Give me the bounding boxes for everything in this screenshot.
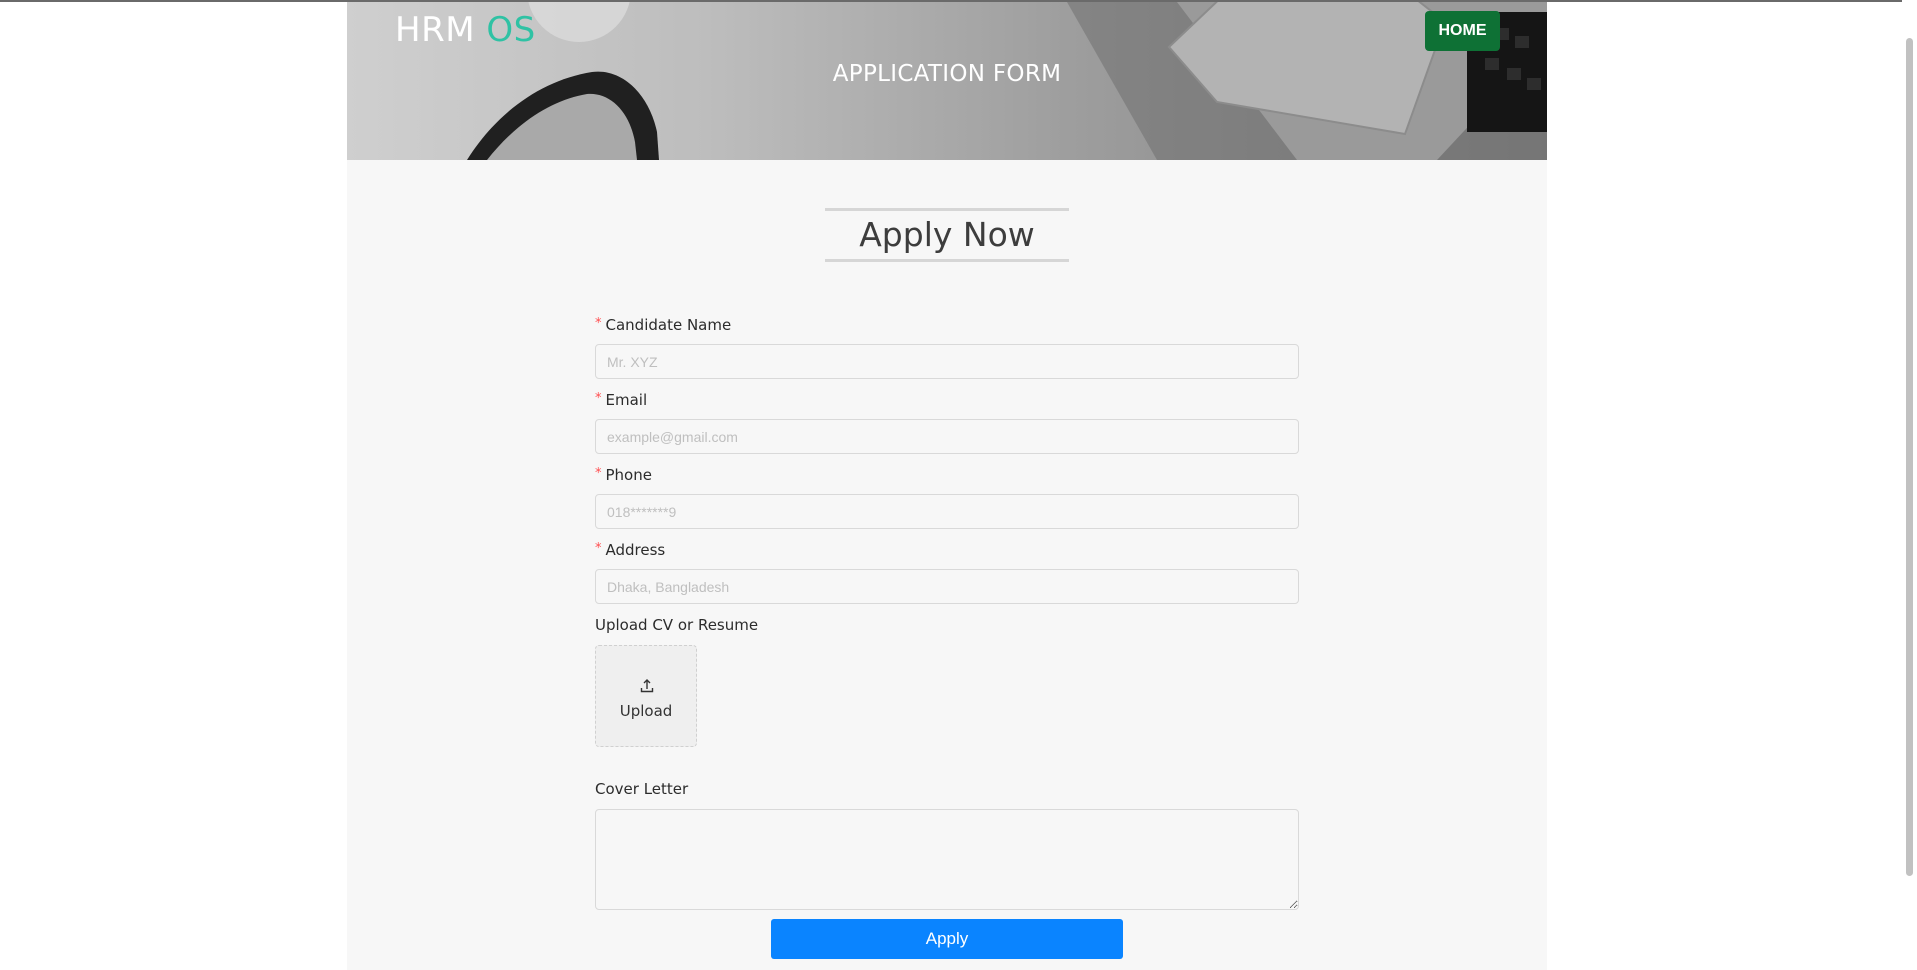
apply-submit-button[interactable]: Apply [771, 919, 1123, 959]
apply-now-heading: Apply Now [859, 215, 1035, 254]
email-label: * Email [595, 391, 647, 409]
upload-icon [640, 679, 654, 693]
header-banner: HRM OS APPLICATION FORM HOME [347, 2, 1547, 160]
cover-letter-textarea[interactable] [595, 809, 1299, 910]
candidate-name-input[interactable] [595, 344, 1299, 379]
upload-button-label: Upload [619, 702, 673, 720]
candidate-name-label: * Candidate Name [595, 316, 731, 334]
brand-name: HRM [395, 10, 487, 50]
scrollbar-thumb[interactable] [1906, 38, 1913, 876]
upload-button[interactable]: Upload [595, 645, 697, 747]
phone-input[interactable] [595, 494, 1299, 529]
page-title: APPLICATION FORM [832, 61, 1062, 87]
upload-cv-label: Upload CV or Resume [595, 616, 759, 634]
candidate-name-label-text: Candidate Name [605, 316, 732, 334]
page-container: HRM OS APPLICATION FORM HOME Apply Now *… [347, 2, 1547, 970]
phone-label-text: Phone [605, 466, 652, 484]
apply-heading-container: Apply Now [825, 208, 1069, 262]
address-label-text: Address [605, 541, 666, 559]
brand-accent: OS [486, 10, 536, 50]
cover-letter-label: Cover Letter [595, 780, 689, 798]
address-label: * Address [595, 541, 665, 559]
phone-label: * Phone [595, 466, 652, 484]
required-marker: * [595, 541, 602, 556]
brand-logo[interactable]: HRM OS [395, 10, 536, 50]
email-input[interactable] [595, 419, 1299, 454]
home-button[interactable]: HOME [1425, 11, 1500, 51]
address-input[interactable] [595, 569, 1299, 604]
email-label-text: Email [605, 391, 648, 409]
required-marker: * [595, 316, 602, 331]
required-marker: * [595, 466, 602, 481]
required-marker: * [595, 391, 602, 406]
